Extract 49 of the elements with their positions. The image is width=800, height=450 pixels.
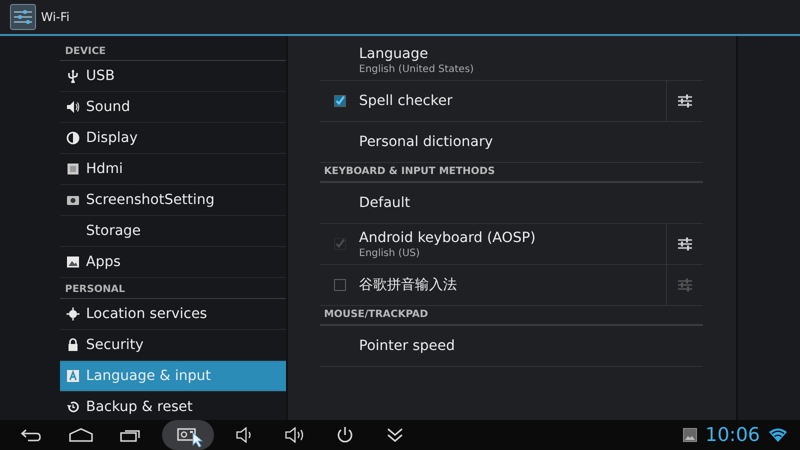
sidebar-item[interactable]: Location services (60, 299, 286, 330)
sidebar-item[interactable]: Storage (60, 216, 286, 247)
clock: 10:06 (705, 424, 760, 446)
setting-title: Pointer speed (359, 338, 456, 354)
letter-icon (66, 369, 80, 383)
lock-icon (66, 338, 80, 352)
sliders-icon[interactable] (10, 4, 36, 30)
cursor-icon (192, 432, 204, 448)
sidebar-item[interactable]: Apps (60, 247, 286, 278)
setting-summary: English (United States) (359, 64, 475, 74)
setting-title: Spell checker (359, 93, 454, 109)
home-icon (68, 428, 94, 442)
section-header: DEVICE (60, 40, 286, 61)
recent-apps-icon (120, 428, 142, 442)
location-icon (66, 307, 80, 321)
camera-icon (66, 193, 80, 207)
sidebar-item[interactable]: Sound (60, 92, 286, 123)
double-chevron-icon (386, 427, 404, 443)
sidebar-item[interactable]: Hdmi (60, 154, 286, 185)
section-header: MOUSE/TRACKPAD (320, 306, 703, 326)
picture-icon (683, 428, 698, 442)
setting-title: 谷歌拼音输入法 (359, 276, 458, 294)
sliders-icon[interactable] (677, 94, 693, 108)
camera-button[interactable] (162, 420, 214, 450)
checkbox[interactable] (334, 279, 346, 291)
checkbox[interactable] (334, 95, 346, 107)
speaker-icon (66, 100, 80, 114)
square-icon (66, 162, 80, 176)
sidebar-item[interactable]: USB (60, 61, 286, 92)
restore-icon (66, 400, 80, 414)
brightness-icon (66, 131, 80, 145)
app-title: Wi-Fi (41, 10, 70, 24)
sliders-icon[interactable] (677, 237, 693, 251)
setting-title: Language (359, 46, 430, 62)
usb-icon (66, 69, 80, 83)
sidebar-item[interactable]: Display (60, 123, 286, 154)
picture-icon (66, 255, 80, 269)
setting-summary: English (US) (359, 248, 421, 258)
back-icon (20, 428, 42, 442)
wifi-icon[interactable] (768, 427, 788, 443)
setting-title: Personal dictionary (359, 134, 494, 150)
sidebar-item[interactable]: ScreenshotSetting (60, 185, 286, 216)
power-icon (336, 426, 354, 444)
loud-speaker-icon (284, 427, 306, 443)
setting-title: Default (359, 195, 412, 211)
camera-icon (177, 427, 199, 443)
section-header: PERSONAL (60, 278, 286, 299)
setting-title: Android keyboard (AOSP) (359, 230, 537, 246)
section-header: KEYBOARD & INPUT METHODS (320, 163, 703, 183)
